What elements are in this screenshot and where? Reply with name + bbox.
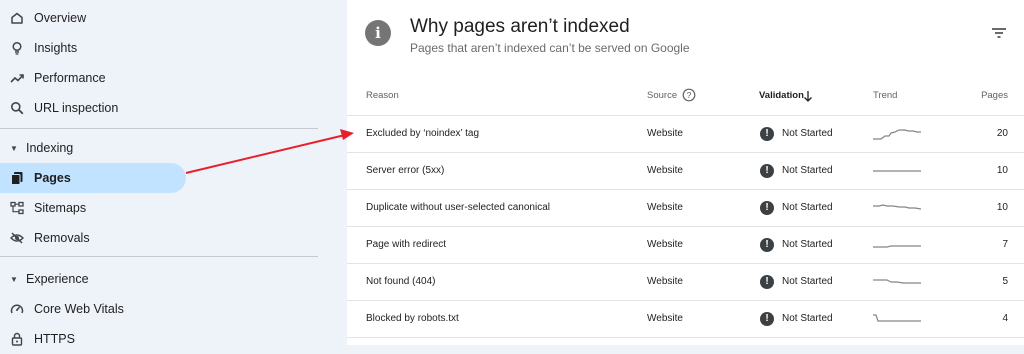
- annotation-arrow: [185, 129, 354, 174]
